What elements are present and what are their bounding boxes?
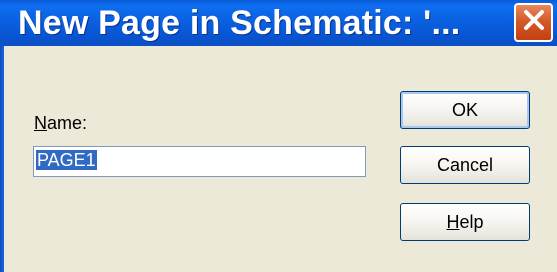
name-label-text: ame: <box>47 113 88 133</box>
name-input-value: PAGE1 <box>36 150 97 170</box>
name-label: Name: <box>34 113 87 134</box>
name-input[interactable]: PAGE1 <box>33 146 366 177</box>
help-label-text: elp <box>459 211 484 232</box>
cancel-button[interactable]: Cancel <box>400 146 530 184</box>
ok-button-label: OK <box>451 99 478 120</box>
close-icon <box>522 8 546 37</box>
cancel-button-label: Cancel <box>436 154 494 175</box>
window-border <box>0 46 4 272</box>
ok-button[interactable]: OK <box>400 91 530 129</box>
help-accelerator: H <box>446 211 460 232</box>
window-title: New Page in Schematic: '... <box>18 4 461 42</box>
help-button[interactable]: Help <box>400 203 530 241</box>
close-button[interactable] <box>514 3 553 42</box>
help-button-label: Help <box>446 212 483 233</box>
dialog-window: New Page in Schematic: '... Name: PAGE1 … <box>0 0 557 272</box>
name-label-accelerator: N <box>34 113 47 133</box>
title-bar[interactable]: New Page in Schematic: '... <box>0 0 557 46</box>
